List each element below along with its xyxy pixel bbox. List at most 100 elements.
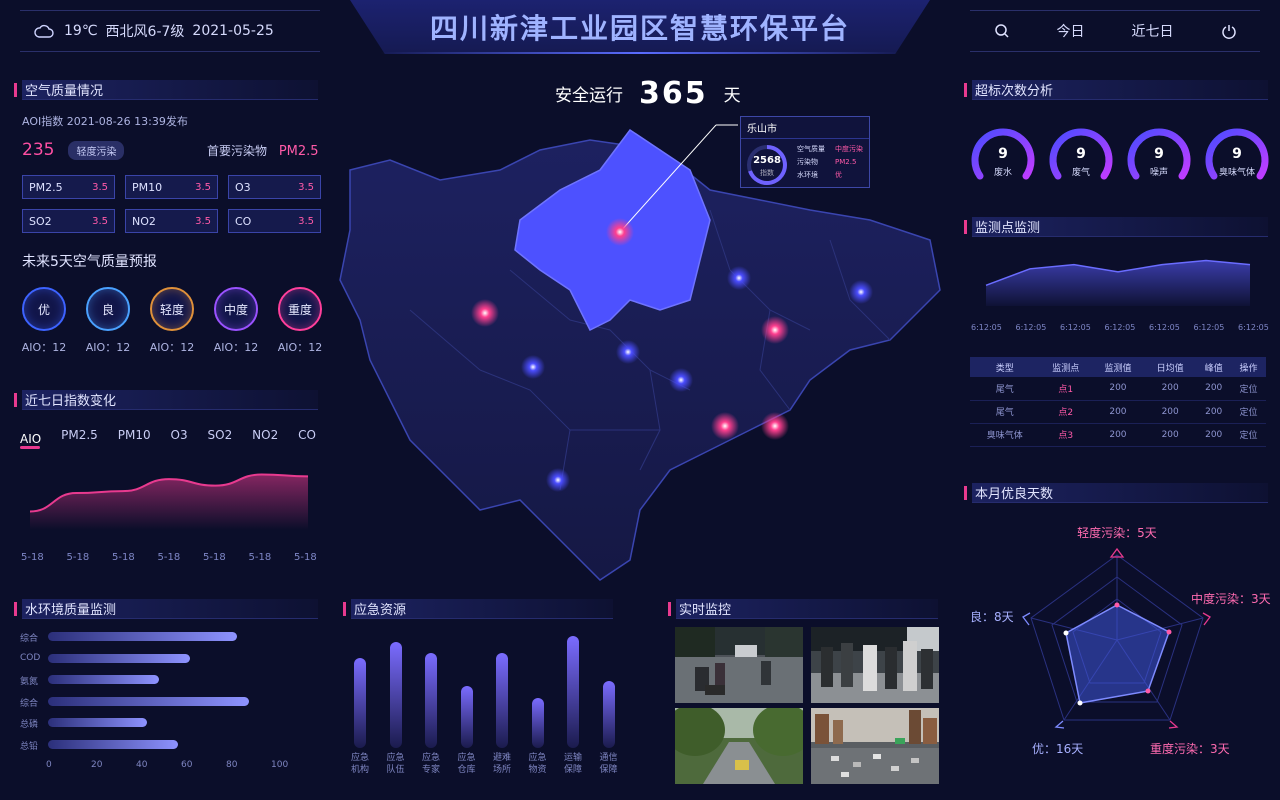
table-row: 尾气 点2 200 200 200 定位 [970,400,1266,424]
water-bar [48,739,178,749]
camera-feed-2[interactable] [811,627,939,703]
map-marker-pink[interactable] [606,218,634,246]
forecast-circle: 轻度 [150,287,194,331]
tab-o3[interactable]: O3 [171,428,188,447]
good-days-title: 本月优良天数 [975,487,1054,502]
map-marker-pink[interactable] [761,316,789,344]
radar-point [1063,630,1069,636]
resource-label: 应急 仓库 [457,753,476,775]
trend-header: 近七日指数变化 [22,390,318,410]
pollutant-item: CO 3.5 [228,209,321,233]
map-marker-blue[interactable] [849,280,873,304]
water-row-label: 总铅 [20,741,39,752]
trend-x-tick: 5-18 [294,552,317,563]
gauge-wastewater: 9 废水 [971,128,1035,180]
last7-button[interactable]: 近七日 [1132,21,1174,41]
tab-aio[interactable]: AIO [20,428,41,449]
radar-point [1166,629,1172,635]
tab-pm25[interactable]: PM2.5 [61,428,98,447]
resource-bar [425,652,437,748]
forecast-day: 良 AIO：12 [78,287,138,355]
map-marker-blue[interactable] [727,266,751,290]
safety-suffix: 天 [723,86,741,106]
map-marker-pink[interactable] [711,412,739,440]
pollutant-item: O3 3.5 [228,175,321,199]
forecast-circle: 良 [86,287,130,331]
tab-no2[interactable]: NO2 [252,428,278,447]
monitor-title: 实时监控 [679,603,732,618]
map-marker-pink[interactable] [471,299,499,327]
primary-pollutant-value: PM2.5 [278,144,319,159]
good-days-header: 本月优良天数 [972,483,1268,503]
wind: 西北风6-7级 [105,24,185,40]
pollutant-item: PM10 3.5 [125,175,218,199]
water-bar [48,696,249,706]
water-chart: 综合 COD 氨氮 综合 总磷 总铅 0 20 40 60 80 100 [20,628,320,778]
today-button[interactable]: 今日 [1057,21,1085,41]
water-row-label: 综合 [20,698,39,709]
trend-chart: 5-18 5-18 5-18 5-18 5-18 5-18 5-18 [21,473,317,563]
points-chart: 6:12:05 6:12:05 6:12:05 6:12:05 6:12:05 6:12:… [971,259,1269,332]
col-type: 类型 [970,357,1040,377]
resources-chart: 应急 机构 应急 队伍 应急 专家 应急 仓库 避难 场所 应急 物资 运输 保障 通信 保障 [345,628,621,778]
radar-point [1145,688,1151,694]
trend-x-tick: 5-18 [158,552,181,563]
pollutant-item: NO2 3.5 [125,209,218,233]
points-x-tick: 6:12:05 [971,323,1002,332]
top-toolbar: 今日 近七日 [970,10,1260,52]
water-x-tick: 0 [46,760,52,770]
map-marker-pink[interactable] [761,412,789,440]
water-row-label: 总磷 [20,720,39,730]
col-peak: 峰值 [1196,357,1232,377]
forecast-aio: AIO：12 [21,341,67,354]
locate-link[interactable]: 定位 [1231,400,1266,424]
water-title: 水环境质量监测 [25,603,117,618]
good-days-radar: 轻度污染：5天 中度污染：3天 重度污染：3天 优：16天 良：8天 [970,525,1271,756]
resource-label: 应急 机构 [350,753,369,775]
search-icon[interactable] [994,23,1010,39]
locate-link[interactable]: 定位 [1231,423,1266,447]
aqi-value: 235 [22,140,55,160]
map-marker-blue[interactable] [546,468,570,492]
camera-feed-3[interactable] [675,708,803,784]
resource-bar [496,652,508,748]
water-bar [48,675,159,684]
resource-bar [567,636,579,748]
popup-index-value: 2568 [753,155,781,166]
tab-so2[interactable]: SO2 [208,428,233,447]
current-date: 2021-05-25 [192,23,274,39]
locate-link[interactable]: 定位 [1231,377,1266,401]
forecast-aio: AIO：12 [149,341,195,354]
table-header-row: 类型 监测点 监测值 日均值 峰值 操作 [970,357,1266,377]
cloud-icon [34,24,54,38]
pollutant-grid: PM2.5 3.5 PM10 3.5 O3 3.5 SO2 3.5 NO2 3.5 CO 3… [22,175,322,233]
primary-pollutant: 首要污染物 PM2.5 [207,142,319,159]
trend-x-tick: 5-18 [249,552,272,563]
water-x-tick: 60 [181,760,193,770]
tab-co[interactable]: CO [298,428,316,447]
radar-label-medium: 中度污染：3天 [1191,591,1271,606]
radar-arrow-bottom-right [1168,720,1179,729]
gauge-odor: 9 臭味气体 [1205,128,1269,180]
gauge-exhaust: 9 废气 [1049,128,1113,180]
map-marker-blue[interactable] [521,355,545,379]
popup-index-ring: 2568 指数 [745,143,789,187]
power-icon[interactable] [1221,23,1237,39]
forecast-day: 优 AIO：12 [14,287,74,355]
popup-index-label: 指数 [760,169,774,177]
camera-feed-4[interactable] [811,708,939,784]
radar-point [1114,602,1120,608]
resources-title: 应急资源 [354,603,407,618]
points-x-tick: 6:12:05 [1016,323,1047,332]
popup-city: 乐山市 [741,117,869,139]
water-bar [48,632,237,641]
map-marker-blue[interactable] [616,340,640,364]
map-marker-blue[interactable] [669,368,693,392]
pollutant-item: PM2.5 3.5 [22,175,115,199]
tab-pm10[interactable]: PM10 [118,428,151,447]
camera-feed-1[interactable] [675,627,803,703]
points-area [986,260,1250,306]
temperature: 19℃ [64,23,98,39]
aqi-badge: 轻度污染 [68,140,125,160]
trend-x-tick: 5-18 [67,552,90,563]
